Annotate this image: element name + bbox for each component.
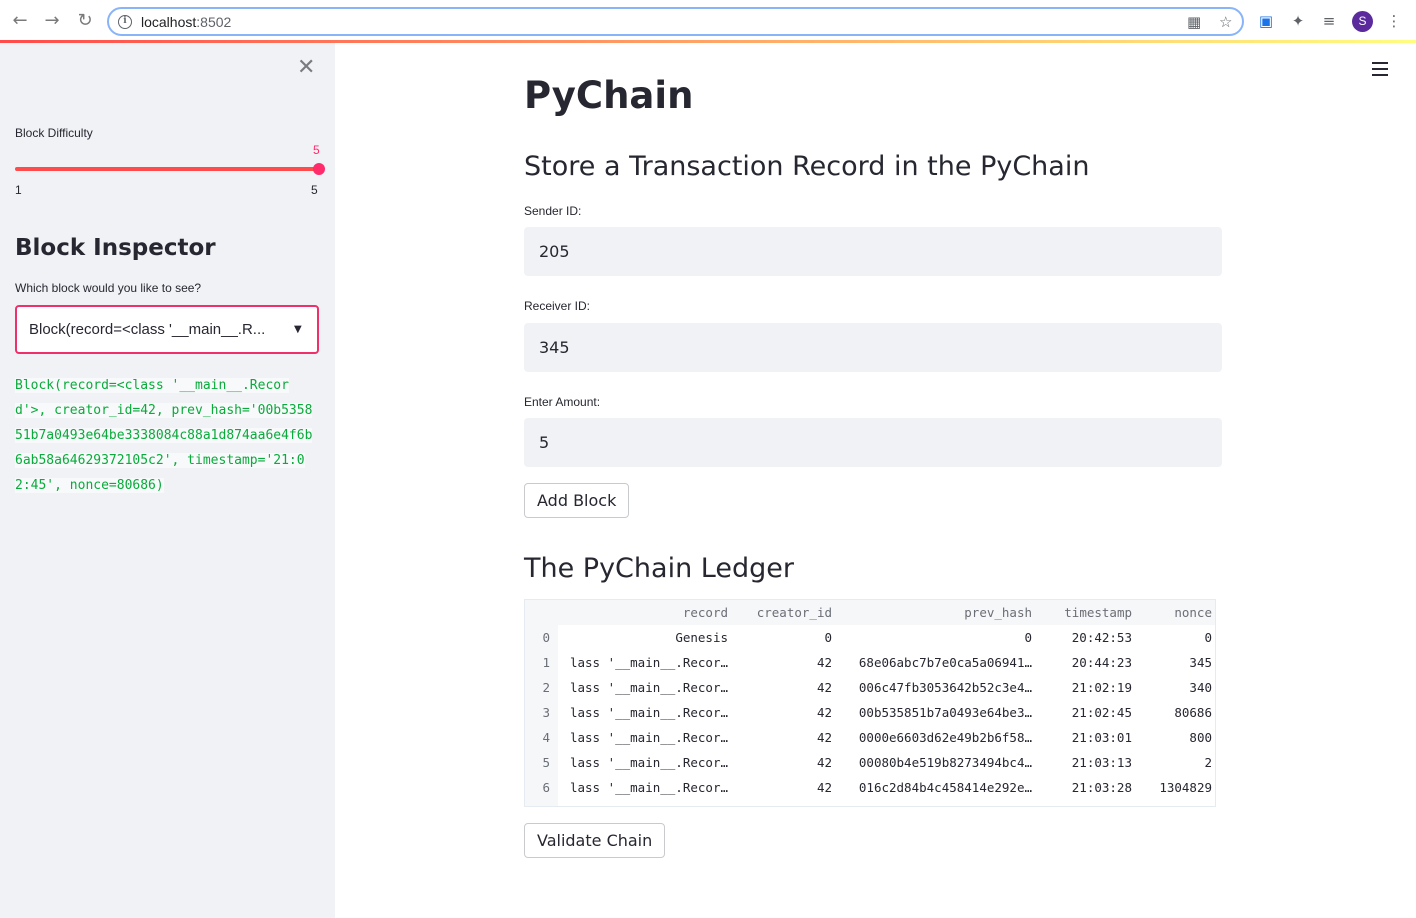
- add-block-button[interactable]: Add Block: [524, 483, 630, 518]
- timestamp-cell[interactable]: 20:42:53: [1032, 625, 1132, 650]
- address-bar[interactable]: i localhost:8502 ▦ ☆: [107, 7, 1244, 36]
- row-index: 1: [542, 655, 550, 670]
- slider-min-label: 1: [15, 183, 22, 197]
- column-header[interactable]: nonce: [1132, 600, 1212, 625]
- prev-hash-cell[interactable]: 00b535851b7a0493e64be3…: [832, 700, 1032, 725]
- reload-icon[interactable]: ↻: [75, 11, 95, 31]
- column-header[interactable]: prev_hash: [832, 600, 1032, 625]
- sidebar: ✕ Block Difficulty 5 1 5 Block Inspector…: [0, 43, 335, 918]
- creator-id-cell[interactable]: 42: [728, 675, 832, 700]
- prev-hash-cell[interactable]: 00080b4e519b8273494bc4…: [832, 750, 1032, 775]
- prev-hash-cell[interactable]: 68e06abc7b7e0ca5a06941…: [832, 650, 1032, 675]
- prev-hash-cell[interactable]: 016c2d84b4c458414e292e…: [832, 775, 1032, 800]
- record-cell[interactable]: lass '__main__.Recor…: [550, 750, 728, 775]
- nonce-cell[interactable]: 1304829: [1132, 775, 1212, 800]
- block-inspector-heading: Block Inspector: [15, 235, 216, 261]
- prev-hash-cell[interactable]: 0: [832, 625, 1032, 650]
- row-index: 6: [542, 780, 550, 795]
- table-row: 2 lass '__main__.Recor… 42 006c47fb30536…: [525, 675, 1212, 700]
- qr-code-icon[interactable]: ▦: [1187, 13, 1201, 31]
- profile-avatar[interactable]: S: [1352, 11, 1373, 32]
- row-index: 2: [542, 680, 550, 695]
- table-row: 6 lass '__main__.Recor… 42 016c2d84b4c45…: [525, 775, 1212, 800]
- row-index: 5: [542, 755, 550, 770]
- receiver-id-input[interactable]: [524, 323, 1222, 372]
- ledger-heading: The PyChain Ledger: [524, 553, 794, 584]
- row-index: 4: [542, 730, 550, 745]
- creator-id-cell[interactable]: 0: [728, 625, 832, 650]
- creator-id-cell[interactable]: 42: [728, 775, 832, 800]
- creator-id-cell[interactable]: 42: [728, 725, 832, 750]
- slider-label: Block Difficulty: [15, 126, 93, 140]
- nonce-cell[interactable]: 340: [1132, 675, 1212, 700]
- table-row: 3 lass '__main__.Recor… 42 00b535851b7a0…: [525, 700, 1212, 725]
- slider-max-label: 5: [311, 183, 318, 197]
- receiver-id-label: Receiver ID:: [524, 299, 591, 313]
- nonce-cell[interactable]: 80686: [1132, 700, 1212, 725]
- sender-id-label: Sender ID:: [524, 204, 582, 218]
- row-index: 3: [542, 705, 550, 720]
- record-cell[interactable]: lass '__main__.Recor…: [550, 700, 728, 725]
- difficulty-slider-track[interactable]: [15, 167, 319, 171]
- timestamp-cell[interactable]: 20:44:23: [1032, 650, 1132, 675]
- back-arrow-icon[interactable]: ←: [10, 11, 30, 31]
- block-select-value: Block(record=<class '__main__.R...: [29, 321, 266, 338]
- page-title: PyChain: [524, 74, 694, 117]
- timestamp-cell[interactable]: 21:02:19: [1032, 675, 1132, 700]
- close-sidebar-icon[interactable]: ✕: [297, 57, 315, 79]
- nonce-cell[interactable]: 345: [1132, 650, 1212, 675]
- prev-hash-cell[interactable]: 0000e6603d62e49b2b6f58…: [832, 725, 1032, 750]
- block-output-text: Block(record=<class '__main__.Record'>, …: [15, 378, 313, 493]
- store-transaction-heading: Store a Transaction Record in the PyChai…: [524, 151, 1090, 182]
- index-header: [525, 600, 550, 625]
- nonce-cell[interactable]: 800: [1132, 725, 1212, 750]
- bookmark-star-icon[interactable]: ☆: [1219, 13, 1232, 31]
- record-cell[interactable]: lass '__main__.Recor…: [550, 650, 728, 675]
- prev-hash-cell[interactable]: 006c47fb3053642b52c3e4…: [832, 675, 1032, 700]
- table-row: 0 Genesis 0 0 20:42:53 0: [525, 625, 1212, 650]
- nonce-cell[interactable]: 2: [1132, 750, 1212, 775]
- amount-input[interactable]: [524, 418, 1222, 467]
- site-info-icon[interactable]: i: [118, 15, 132, 29]
- creator-id-cell[interactable]: 42: [728, 700, 832, 725]
- table-row: 4 lass '__main__.Recor… 42 0000e6603d62e…: [525, 725, 1212, 750]
- table-row: 5 lass '__main__.Recor… 42 00080b4e519b8…: [525, 750, 1212, 775]
- browser-menu-icon[interactable]: ⋮: [1385, 12, 1403, 30]
- extension-window-icon[interactable]: ▣: [1257, 12, 1275, 30]
- browser-toolbar: ← → ↻ i localhost:8502 ▦ ☆ ▣ ✦ ≡ S ⋮: [0, 0, 1416, 42]
- media-queue-icon[interactable]: ≡: [1320, 12, 1338, 30]
- creator-id-cell[interactable]: 42: [728, 750, 832, 775]
- sender-id-input[interactable]: [524, 227, 1222, 276]
- row-index: 0: [542, 630, 550, 645]
- column-header[interactable]: timestamp: [1032, 600, 1132, 625]
- block-output: Block(record=<class '__main__.Record'>, …: [15, 373, 320, 498]
- extensions-puzzle-icon[interactable]: ✦: [1289, 12, 1307, 30]
- url-text[interactable]: localhost:8502: [141, 14, 231, 30]
- nonce-cell[interactable]: 0: [1132, 625, 1212, 650]
- hamburger-menu-icon[interactable]: [1372, 62, 1388, 76]
- slider-current-value: 5: [313, 143, 320, 157]
- ledger-grid: record creator_id prev_hash timestamp no…: [525, 600, 1212, 800]
- difficulty-slider-thumb[interactable]: [313, 163, 325, 175]
- block-select[interactable]: Block(record=<class '__main__.R... ▼: [15, 305, 319, 354]
- chevron-down-icon: ▼: [294, 324, 302, 335]
- forward-arrow-icon[interactable]: →: [42, 11, 62, 31]
- amount-label: Enter Amount:: [524, 395, 601, 409]
- block-select-label: Which block would you like to see?: [15, 281, 202, 295]
- timestamp-cell[interactable]: 21:03:01: [1032, 725, 1132, 750]
- record-cell[interactable]: lass '__main__.Recor…: [550, 775, 728, 800]
- creator-id-cell[interactable]: 42: [728, 650, 832, 675]
- table-row: 1 lass '__main__.Recor… 42 68e06abc7b7e0…: [525, 650, 1212, 675]
- record-cell[interactable]: Genesis: [550, 625, 728, 650]
- validate-chain-button[interactable]: Validate Chain: [524, 823, 666, 858]
- timestamp-cell[interactable]: 21:03:28: [1032, 775, 1132, 800]
- ledger-header-row: record creator_id prev_hash timestamp no…: [525, 600, 1212, 625]
- timestamp-cell[interactable]: 21:03:13: [1032, 750, 1132, 775]
- column-header[interactable]: creator_id: [728, 600, 832, 625]
- timestamp-cell[interactable]: 21:02:45: [1032, 700, 1132, 725]
- ledger-table[interactable]: record creator_id prev_hash timestamp no…: [524, 599, 1216, 807]
- record-cell[interactable]: lass '__main__.Recor…: [550, 725, 728, 750]
- column-header[interactable]: record: [550, 600, 728, 625]
- record-cell[interactable]: lass '__main__.Recor…: [550, 675, 728, 700]
